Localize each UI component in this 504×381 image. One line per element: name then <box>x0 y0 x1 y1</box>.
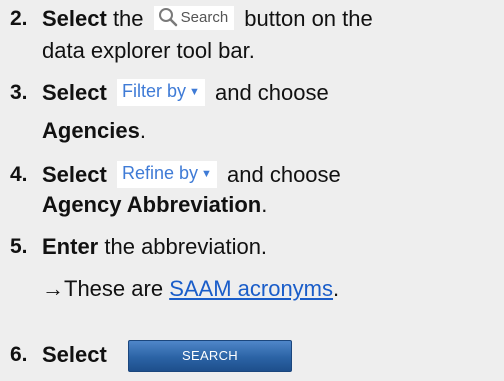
step-number: 2. <box>10 7 28 30</box>
step-number: 4. <box>10 163 28 186</box>
caret-down-icon: ▼ <box>201 167 212 180</box>
caret-down-icon: ▼ <box>188 85 200 98</box>
step-verb: Select <box>42 6 107 31</box>
step-number: 5. <box>10 235 28 258</box>
step-verb: Select <box>42 342 107 367</box>
search-icon <box>158 8 177 27</box>
step-verb: Enter <box>42 234 99 259</box>
arrow-right-icon: → <box>42 276 64 301</box>
step-verb: Select <box>42 162 107 187</box>
step-verb: Select <box>42 80 107 105</box>
search-button[interactable]: SEARCH <box>128 340 292 372</box>
step-number: 6. <box>10 343 28 366</box>
saam-acronyms-link[interactable]: SAAM acronyms <box>169 276 333 301</box>
search-toolbar-button: Search <box>153 6 235 31</box>
step-number: 3. <box>10 81 28 104</box>
refine-by-dropdown: Refine by ▼ <box>116 160 217 188</box>
filter-by-dropdown: Filter by ▼ <box>116 78 205 106</box>
